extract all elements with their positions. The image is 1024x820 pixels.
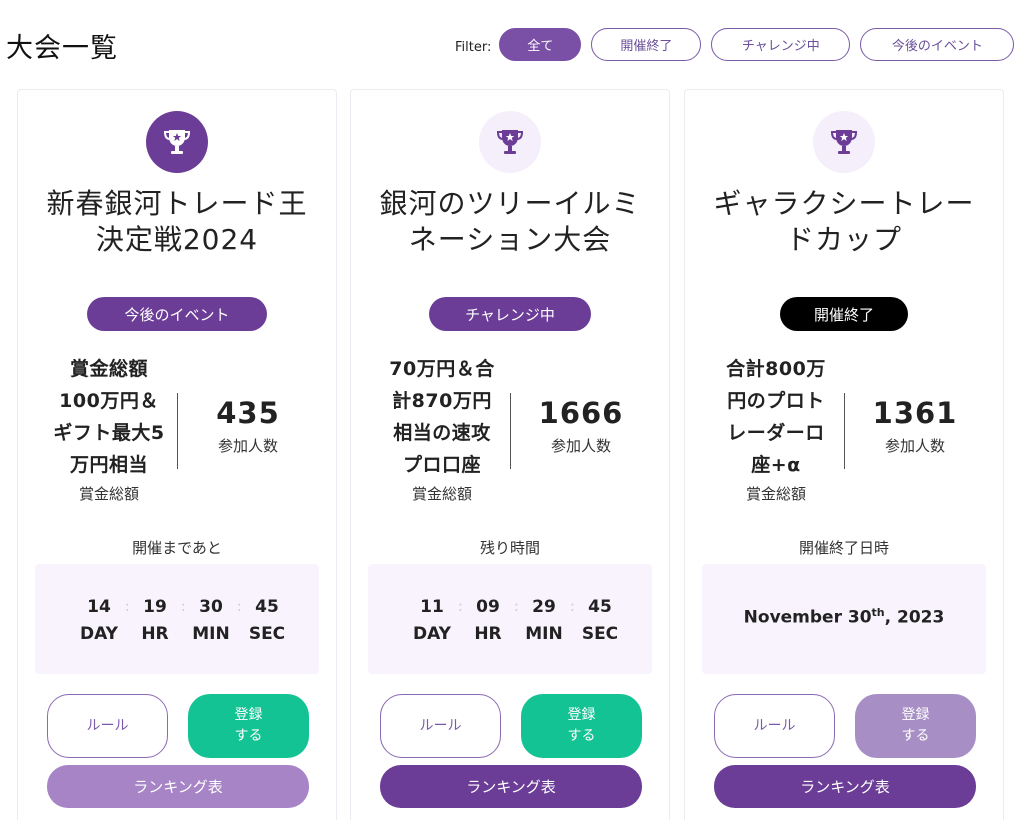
filter-upcoming-button[interactable]: 今後のイベント [860, 28, 1015, 61]
countdown-hour: : 09 HR [458, 597, 502, 644]
countdown-hour: : 19 HR [125, 597, 169, 644]
rules-button[interactable]: ルール [47, 694, 168, 758]
tournament-title: 銀河のツリーイルミ ネーション大会 [379, 187, 641, 256]
end-date-box: November 30th, 2023 [702, 564, 986, 674]
countdown: 11 DAY : 09 HR : 29 MIN : 45 SEC [404, 594, 628, 648]
prize-label: 賞金総額 [745, 485, 806, 503]
participants-label: 参加人数 [884, 437, 945, 455]
end-date: November 30th, 2023 [743, 606, 945, 628]
tournament-card: 新春銀河トレード王 決定戦2024 今後のイベント 賞金総額 100万円＆ ギフ… [17, 89, 337, 820]
timer-caption: 開催終了日時 [798, 539, 889, 557]
countdown: 14 DAY : 19 HR : 30 MIN : 45 SEC [71, 594, 295, 648]
register-button[interactable]: 登録する [521, 694, 642, 758]
filter-label: Filter: [455, 40, 492, 55]
divider [177, 393, 178, 469]
participants-label: 参加人数 [217, 437, 278, 455]
ranking-button[interactable]: ランキング表 [47, 765, 309, 808]
participants-count: 1361 [872, 396, 958, 430]
tournament-card: ギャラクシートレー ドカップ 開催終了 合計800万 円のプロト レーダーロ 座… [684, 89, 1004, 820]
prize-label: 賞金総額 [411, 485, 472, 503]
countdown-box: 14 DAY : 19 HR : 30 MIN : 45 SEC [35, 564, 319, 674]
filter-challenge-button[interactable]: チャレンジ中 [711, 28, 851, 61]
tournament-card: 銀河のツリーイルミ ネーション大会 チャレンジ中 70万円＆合 計870万円 相… [350, 89, 670, 820]
status-badge: 開催終了 [780, 297, 908, 331]
countdown-minute: : 29 MIN [514, 597, 563, 644]
participants-block: 1666 参加人数 [531, 396, 631, 456]
prize-value: 賞金総額 100万円＆ ギフト最大5 万円相当 [53, 358, 165, 476]
register-button[interactable]: 登録する [855, 694, 976, 758]
filter-bar: Filter: 全て 開催終了 チャレンジ中 今後のイベント [455, 28, 1015, 61]
tournament-title: 新春銀河トレード王 決定戦2024 [46, 187, 308, 256]
tournament-title: ギャラクシートレー ドカップ [713, 187, 975, 256]
status-badge: 今後のイベント [87, 297, 267, 331]
timer-caption: 開催まであと [132, 539, 222, 557]
trophy-icon [479, 111, 541, 173]
countdown-day: 11 DAY [413, 597, 451, 644]
countdown-second: : 45 SEC [570, 597, 619, 644]
page-title: 大会一覧 [6, 33, 118, 64]
tournament-list-page: 大会一覧 Filter: 全て 開催終了 チャレンジ中 今後のイベント 新春銀河… [0, 0, 1024, 820]
countdown-box: 11 DAY : 09 HR : 29 MIN : 45 SEC [368, 564, 652, 674]
filter-all-button[interactable]: 全て [499, 28, 582, 61]
participants-block: 435 参加人数 [198, 396, 298, 456]
divider [844, 393, 845, 469]
participants-count: 435 [216, 396, 280, 430]
status-badge: チャレンジ中 [429, 297, 591, 331]
trophy-icon [146, 111, 208, 173]
countdown-day: 14 DAY [80, 597, 118, 644]
prize-block: 合計800万 円のプロト レーダーロ 座+α 賞金総額 [711, 353, 841, 504]
trophy-icon [813, 111, 875, 173]
countdown-second: : 45 SEC [237, 597, 286, 644]
rules-button[interactable]: ルール [714, 694, 835, 758]
prize-block: 70万円＆合 計870万円 相当の速攻 プロ口座 賞金総額 [377, 353, 507, 504]
ranking-button[interactable]: ランキング表 [714, 765, 976, 808]
register-button[interactable]: 登録する [188, 694, 309, 758]
divider [510, 393, 511, 469]
participants-label: 参加人数 [550, 437, 611, 455]
timer-caption: 残り時間 [479, 539, 540, 557]
participants-block: 1361 参加人数 [865, 396, 965, 456]
prize-value: 合計800万 円のプロト レーダーロ 座+α [726, 358, 826, 476]
prize-block: 賞金総額 100万円＆ ギフト最大5 万円相当 賞金総額 [44, 353, 174, 504]
ranking-button[interactable]: ランキング表 [380, 765, 642, 808]
rules-button[interactable]: ルール [380, 694, 501, 758]
countdown-minute: : 30 MIN [181, 597, 230, 644]
prize-label: 賞金総額 [78, 485, 139, 503]
prize-value: 70万円＆合 計870万円 相当の速攻 プロ口座 [389, 358, 495, 476]
participants-count: 1666 [538, 396, 624, 430]
filter-ended-button[interactable]: 開催終了 [591, 28, 702, 61]
